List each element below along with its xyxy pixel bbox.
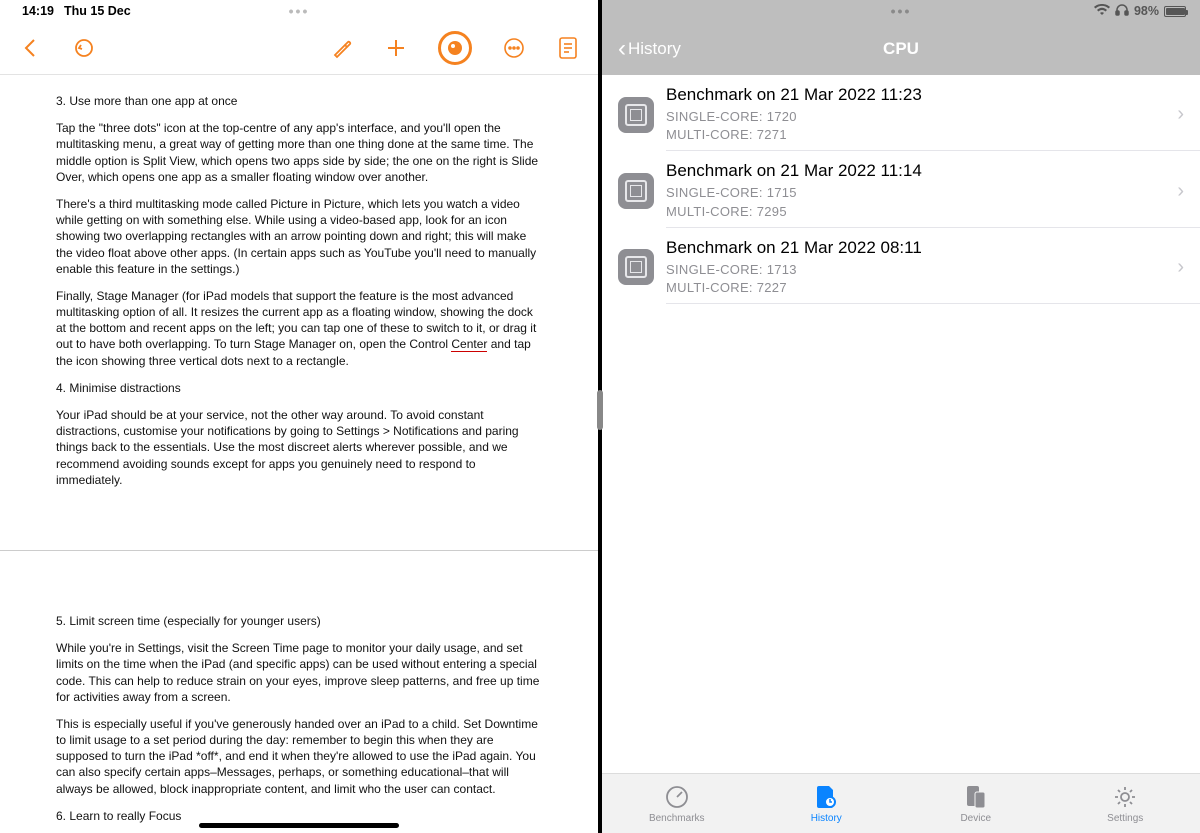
undo-icon[interactable] <box>72 36 96 60</box>
tab-history[interactable]: History <box>752 774 902 833</box>
more-circle-icon[interactable] <box>502 36 526 60</box>
status-date: Thu 15 Dec <box>64 4 131 18</box>
editor-toolbar <box>0 22 598 75</box>
status-bar-left: 14:19 Thu 15 Dec ••• <box>0 0 598 22</box>
nav-title: CPU <box>883 39 919 59</box>
cpu-chip-icon <box>618 97 654 133</box>
paragraph: Your iPad should be at your service, not… <box>56 407 542 488</box>
separator <box>666 303 1200 304</box>
item-title: Benchmark on 21 Mar 2022 11:14 <box>666 161 1177 181</box>
multitask-dots-icon[interactable]: ••• <box>289 3 310 19</box>
paragraph: Finally, Stage Manager (for iPad models … <box>56 288 542 369</box>
multitask-dots-icon[interactable]: ••• <box>891 3 912 19</box>
plus-icon[interactable] <box>384 36 408 60</box>
nav-bar: ‹ History CPU <box>602 22 1200 75</box>
spellcheck-underline[interactable]: Center <box>451 337 487 352</box>
item-single-core: SINGLE-CORE: 1720 <box>666 108 1177 126</box>
list-item[interactable]: Benchmark on 21 Mar 2022 11:23 SINGLE-CO… <box>602 75 1200 150</box>
status-bar-right: ••• 98% <box>602 0 1200 22</box>
record-icon[interactable] <box>438 31 472 65</box>
home-indicator[interactable] <box>199 823 399 828</box>
battery-percent: 98% <box>1134 4 1159 18</box>
gauge-icon <box>664 784 690 810</box>
tab-settings[interactable]: Settings <box>1051 774 1200 833</box>
paragraph: Tap the "three dots" icon at the top-cen… <box>56 120 542 185</box>
heading-4: 4. Minimise distractions <box>56 380 542 396</box>
paragraph: While you're in Settings, visit the Scre… <box>56 640 542 705</box>
document-icon[interactable] <box>556 36 580 60</box>
history-list[interactable]: Benchmark on 21 Mar 2022 11:23 SINGLE-CO… <box>602 75 1200 773</box>
cpu-chip-icon <box>618 249 654 285</box>
cpu-chip-icon <box>618 173 654 209</box>
item-multi-core: MULTI-CORE: 7295 <box>666 203 1177 221</box>
heading-6: 6. Learn to really Focus <box>56 808 542 824</box>
back-button[interactable]: ‹ History <box>618 37 681 61</box>
list-item[interactable]: Benchmark on 21 Mar 2022 08:11 SINGLE-CO… <box>602 228 1200 303</box>
heading-3: 3. Use more than one app at once <box>56 93 542 109</box>
device-icon <box>963 784 989 810</box>
item-title: Benchmark on 21 Mar 2022 08:11 <box>666 238 1177 258</box>
back-label: History <box>628 39 681 59</box>
wifi-icon <box>1094 4 1110 19</box>
divider-handle-icon[interactable] <box>597 390 603 430</box>
tab-label: Benchmarks <box>649 813 705 824</box>
tab-benchmarks[interactable]: Benchmarks <box>602 774 752 833</box>
brush-icon[interactable] <box>330 36 354 60</box>
status-time: 14:19 <box>22 4 54 18</box>
tab-label: History <box>811 813 842 824</box>
item-title: Benchmark on 21 Mar 2022 11:23 <box>666 85 1177 105</box>
page-break <box>0 550 598 551</box>
chevron-right-icon: › <box>1177 256 1184 279</box>
paragraph: This is especially useful if you've gene… <box>56 716 542 797</box>
item-single-core: SINGLE-CORE: 1713 <box>666 261 1177 279</box>
tab-bar: Benchmarks History Device Settings <box>602 773 1200 833</box>
headphones-icon <box>1115 3 1129 19</box>
back-icon[interactable] <box>18 36 42 60</box>
tab-label: Settings <box>1107 813 1143 824</box>
chevron-right-icon: › <box>1177 180 1184 203</box>
heading-5: 5. Limit screen time (especially for you… <box>56 613 542 629</box>
paragraph: There's a third multitasking mode called… <box>56 196 542 277</box>
battery-icon <box>1164 6 1186 17</box>
item-multi-core: MULTI-CORE: 7271 <box>666 126 1177 144</box>
chevron-right-icon: › <box>1177 103 1184 126</box>
item-multi-core: MULTI-CORE: 7227 <box>666 279 1177 297</box>
document-body[interactable]: 3. Use more than one app at once Tap the… <box>0 75 598 833</box>
tab-device[interactable]: Device <box>901 774 1051 833</box>
tab-label: Device <box>960 813 991 824</box>
history-doc-icon <box>813 784 839 810</box>
list-item[interactable]: Benchmark on 21 Mar 2022 11:14 SINGLE-CO… <box>602 151 1200 226</box>
item-single-core: SINGLE-CORE: 1715 <box>666 184 1177 202</box>
chevron-left-icon: ‹ <box>618 37 626 61</box>
gear-icon <box>1112 784 1138 810</box>
